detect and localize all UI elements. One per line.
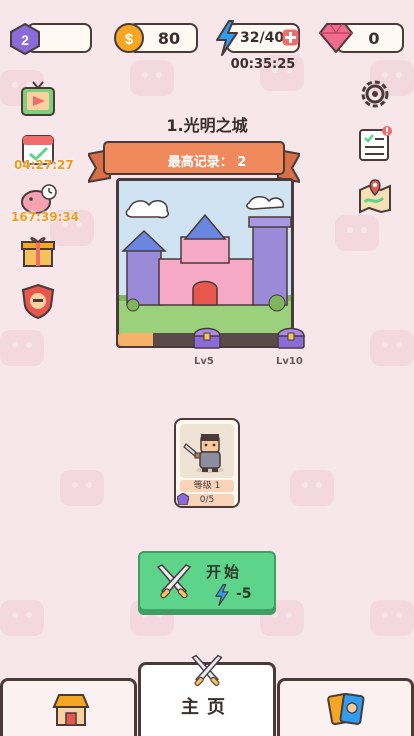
hero-portrait xyxy=(180,424,234,478)
crossed-swords-icon xyxy=(156,564,192,599)
start-label: 开始 xyxy=(206,563,243,581)
hero-cards-icon xyxy=(327,692,365,726)
tab-cards[interactable] xyxy=(277,678,414,736)
coin-icon: $ xyxy=(112,21,146,55)
shop-stall-icon xyxy=(52,694,90,726)
add-energy-button[interactable] xyxy=(282,29,299,46)
gem-icon xyxy=(318,21,354,55)
fragment-icon xyxy=(177,493,189,505)
svg-text:$: $ xyxy=(125,31,134,48)
gems-value: 0 xyxy=(368,28,380,48)
background-pattern xyxy=(0,0,414,736)
piggy-bank-timer: 167:39:34 xyxy=(11,210,80,224)
gift-icon[interactable] xyxy=(19,232,57,270)
energy-bolt-icon xyxy=(215,584,229,606)
chest-reward-icon[interactable] xyxy=(276,324,306,350)
coins-value: 80 xyxy=(157,28,181,48)
level-badge-icon: 2 xyxy=(8,22,42,56)
world-map-icon[interactable] xyxy=(357,178,393,214)
settings-gear-icon[interactable] xyxy=(357,76,393,112)
chest-level-label: Lv10 xyxy=(276,356,303,367)
energy-bolt-icon xyxy=(214,20,240,56)
hero-level-label: 等级 1 xyxy=(180,480,234,492)
crossed-swords-icon xyxy=(191,654,223,687)
start-energy-cost: -5 xyxy=(236,586,252,602)
energy-timer: 00:35:25 xyxy=(230,57,296,72)
chest-level-label: Lv5 xyxy=(194,356,214,367)
stage-castle-image[interactable] xyxy=(116,178,294,348)
start-button[interactable]: 开始 -5 xyxy=(138,551,276,611)
hero-card[interactable]: 等级 1 0/5 xyxy=(174,418,240,508)
stage-title: 1.光明之城 xyxy=(166,116,248,135)
tab-shop[interactable] xyxy=(0,678,137,736)
stage-progress-fill xyxy=(118,333,153,346)
tab-home-label: 主页 xyxy=(181,697,233,718)
energy-value: 32/40 xyxy=(240,30,285,46)
chest-reward-icon[interactable] xyxy=(192,324,222,350)
player-level: 2 xyxy=(21,32,29,48)
guild-shield-icon[interactable] xyxy=(19,282,57,320)
best-record-text: 最高记录： 2 xyxy=(167,155,247,170)
